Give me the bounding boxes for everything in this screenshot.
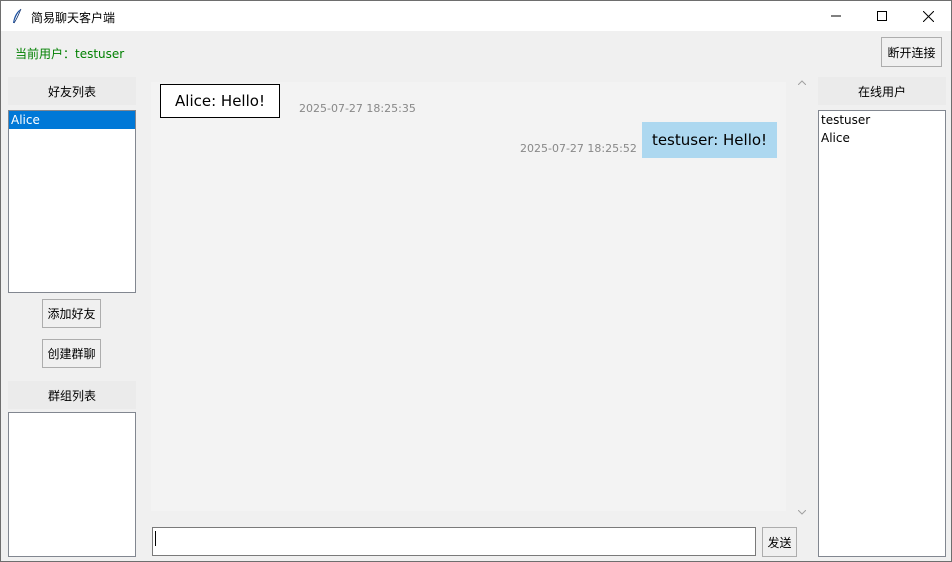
close-button[interactable] <box>905 1 951 31</box>
right-panel: 在线用户 testuser Alice <box>817 75 947 557</box>
groups-list-title: 群组列表 <box>8 381 136 409</box>
groups-list[interactable] <box>8 412 136 557</box>
received-message-time: 2025-07-27 18:25:35 <box>299 102 416 115</box>
friends-list[interactable]: Alice <box>8 110 136 293</box>
online-users-title: 在线用户 <box>818 77 946 105</box>
online-user-item[interactable]: Alice <box>819 129 945 147</box>
close-icon <box>922 10 934 22</box>
online-user-item[interactable]: testuser <box>819 111 945 129</box>
add-friend-button[interactable]: 添加好友 <box>42 299 101 328</box>
left-panel: 好友列表 Alice 添加好友 创建群聊 群组列表 <box>7 75 137 557</box>
chevron-down-icon <box>798 509 806 515</box>
scroll-down-arrow[interactable] <box>795 505 809 519</box>
maximize-icon <box>877 11 887 21</box>
window-title: 简易聊天客户端 <box>31 11 116 25</box>
chat-client-window: 简易聊天客户端 当前用户：testuser 断开连接 好友列表 Alice 添加… <box>0 0 952 562</box>
send-button[interactable]: 发送 <box>762 527 797 557</box>
received-message-bubble: Alice: Hello! <box>160 84 280 118</box>
disconnect-button[interactable]: 断开连接 <box>881 37 942 67</box>
create-group-button[interactable]: 创建群聊 <box>42 339 101 368</box>
title-bar[interactable]: 简易聊天客户端 <box>1 1 951 31</box>
current-user-label: 当前用户：testuser <box>15 47 125 61</box>
chevron-up-icon <box>798 79 806 85</box>
sent-message-time: 2025-07-27 18:25:52 <box>520 142 637 155</box>
chat-scrollbar[interactable] <box>795 75 809 521</box>
maximize-button[interactable] <box>859 1 905 31</box>
text-caret <box>155 531 156 546</box>
scroll-up-arrow[interactable] <box>795 75 809 89</box>
friends-list-title: 好友列表 <box>8 77 136 105</box>
friend-item[interactable]: Alice <box>9 111 135 129</box>
feather-icon <box>11 8 23 24</box>
chat-display[interactable]: Alice: Hello! 2025-07-27 18:25:35 2025-0… <box>151 82 786 511</box>
sent-message-bubble: testuser: Hello! <box>642 122 777 158</box>
minimize-button[interactable] <box>813 1 859 31</box>
online-users-list[interactable]: testuser Alice <box>818 110 946 557</box>
minimize-icon <box>831 15 841 17</box>
message-input[interactable] <box>152 527 756 556</box>
